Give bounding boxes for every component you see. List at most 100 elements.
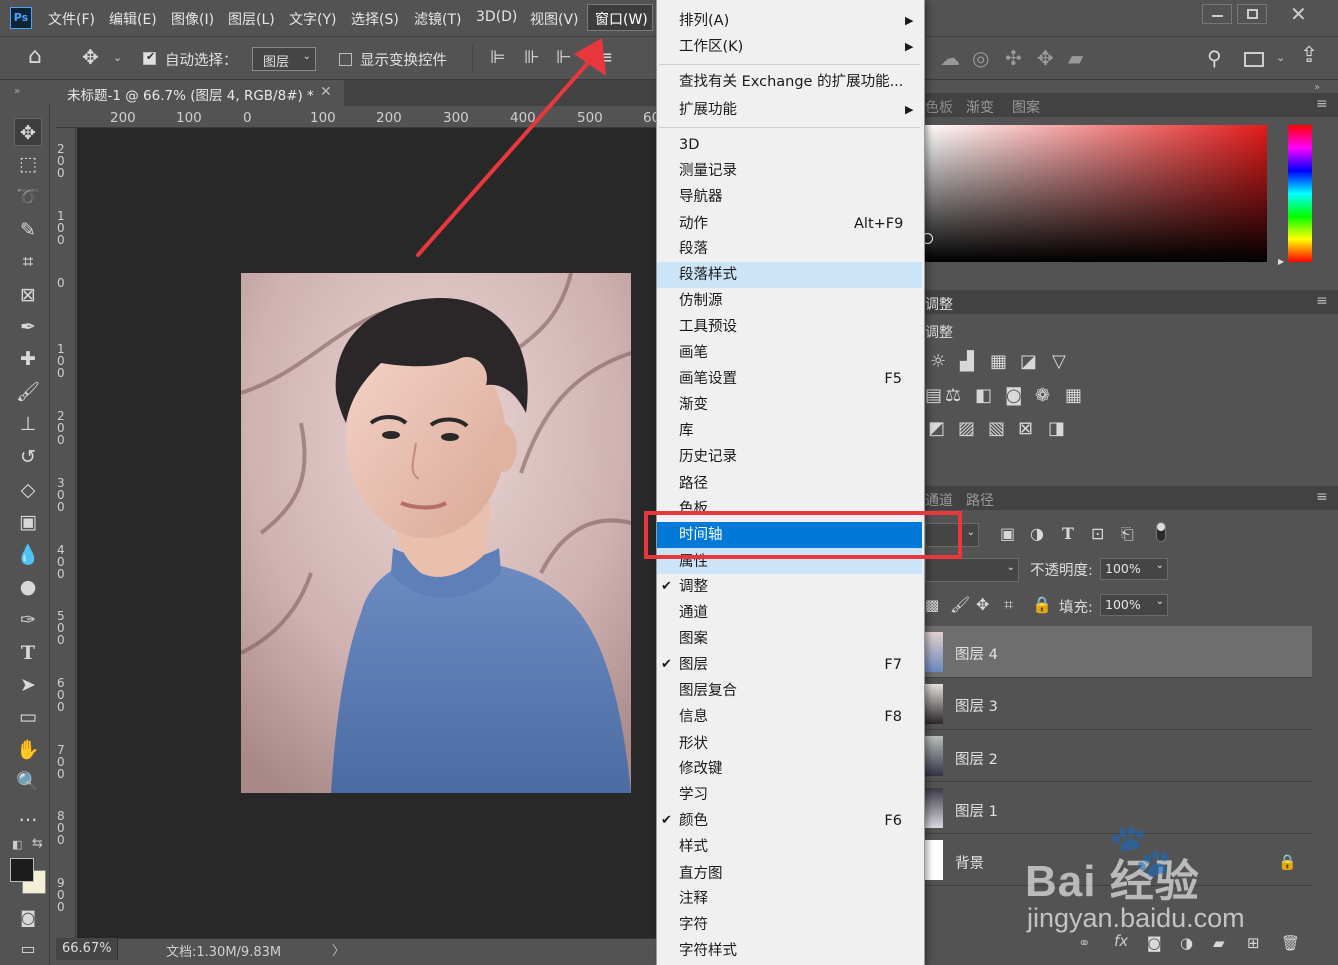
healing-brush-icon[interactable]: ✚ xyxy=(14,345,42,373)
levels-icon[interactable]: ▟ xyxy=(960,352,974,372)
tab-channels[interactable]: 通道 xyxy=(925,490,953,510)
fx-icon[interactable]: fx xyxy=(1114,932,1128,950)
zoom-tool-icon[interactable]: 🔍 xyxy=(14,768,42,796)
filter-adjustment-icon[interactable]: ◑ xyxy=(1030,524,1044,544)
menu-file[interactable]: 文件(F) xyxy=(48,9,95,29)
slide-3d-icon[interactable]: ✥ xyxy=(1037,48,1054,68)
search-icon[interactable]: ⚲ xyxy=(1207,48,1222,68)
menu-filter[interactable]: 滤镜(T) xyxy=(414,9,461,29)
menu-item-tool-presets[interactable]: 工具预设 xyxy=(657,314,922,340)
tab-patterns[interactable]: 图案 xyxy=(1012,97,1040,117)
lock-position-icon[interactable]: ✥ xyxy=(976,595,989,615)
color-lookup-icon[interactable]: ▦ xyxy=(1065,386,1082,406)
workspace-icon[interactable] xyxy=(1244,52,1264,67)
photo-filter-icon[interactable]: ◙ xyxy=(1005,386,1022,406)
menu-item-find-exchange[interactable]: 查找有关 Exchange 的扩展功能... xyxy=(657,69,922,95)
menu-item-history[interactable]: 历史记录 xyxy=(657,444,922,470)
close-icon[interactable]: ✕ xyxy=(320,84,332,100)
menu-item-libraries[interactable]: 库 xyxy=(657,418,922,444)
adjustment-layer-icon[interactable]: ◑ xyxy=(1180,933,1193,953)
menu-item-styles[interactable]: 样式 xyxy=(657,834,922,860)
quick-select-icon[interactable]: ✎ xyxy=(14,216,42,244)
link-layers-icon[interactable]: ⚭ xyxy=(1078,933,1091,953)
zoom-level-field[interactable]: 66.67% xyxy=(56,938,118,960)
tab-adjustments[interactable]: 调整 xyxy=(925,294,953,314)
gradient-tool-icon[interactable]: ▣ xyxy=(14,508,42,536)
eraser-tool-icon[interactable]: ◇ xyxy=(14,476,42,504)
menu-item-patterns[interactable]: 图案 xyxy=(657,626,922,652)
menu-item-layer-comps[interactable]: 图层复合 xyxy=(657,678,922,704)
menu-item-workspace[interactable]: 工作区(K) ▶ xyxy=(657,34,922,60)
menu-item-brushes[interactable]: 画笔 xyxy=(657,340,922,366)
panel-menu-icon[interactable]: ≡ xyxy=(1316,293,1328,309)
menu-item-measurement-log[interactable]: 测量记录 xyxy=(657,158,922,184)
minimize-icon[interactable] xyxy=(1202,4,1232,24)
tab-gradients[interactable]: 渐变 xyxy=(966,97,994,117)
quick-mask-icon[interactable]: ◙ xyxy=(14,904,42,932)
menu-item-histogram[interactable]: 直方图 xyxy=(657,861,922,887)
screen-mode-icon[interactable]: ▭ xyxy=(14,935,42,963)
posterize-icon[interactable]: ▨ xyxy=(958,419,975,439)
menu-item-paragraph-styles[interactable]: 段落样式 xyxy=(657,262,922,288)
frame-tool-icon[interactable]: ⊠ xyxy=(14,281,42,309)
move-tool-icon[interactable]: ✥ xyxy=(14,118,42,146)
exposure-icon[interactable]: ◪ xyxy=(1020,352,1037,372)
opacity-field[interactable]: 100% ⌄ xyxy=(1100,558,1168,580)
menu-layer[interactable]: 图层(L) xyxy=(228,9,275,29)
path-select-icon[interactable]: ➤ xyxy=(14,671,42,699)
crop-tool-icon[interactable]: ⌗ xyxy=(14,248,42,276)
channel-mixer-icon[interactable]: ❁ xyxy=(1035,386,1050,406)
auto-select-target-dropdown[interactable]: 图层 ⌄ xyxy=(252,47,316,71)
swap-colors-icon[interactable]: ⇆ xyxy=(32,836,43,851)
more-tools-icon[interactable]: … xyxy=(14,801,42,829)
curves-icon[interactable]: ▦ xyxy=(990,352,1007,372)
fill-field[interactable]: 100% ⌄ xyxy=(1100,594,1168,616)
document-tab[interactable]: 未标题-1 @ 66.7% (图层 4, RGB/8#) * xyxy=(56,80,344,106)
drag-3d-icon[interactable]: ✣ xyxy=(1005,48,1022,68)
layer-name[interactable]: 图层 3 xyxy=(955,695,998,716)
marquee-tool-icon[interactable]: ⬚ xyxy=(14,150,42,178)
menu-item-3d[interactable]: 3D xyxy=(657,132,922,158)
toolbar-collapse-icon[interactable]: » xyxy=(14,86,20,97)
layer-name[interactable]: 图层 1 xyxy=(955,800,998,821)
pen-tool-icon[interactable]: ✑ xyxy=(14,606,42,634)
menu-edit[interactable]: 编辑(E) xyxy=(109,9,157,29)
filter-shape-icon[interactable]: ⊡ xyxy=(1091,524,1104,544)
restore-icon[interactable] xyxy=(1237,4,1267,24)
filter-toggle[interactable] xyxy=(1156,522,1166,542)
menu-item-paths[interactable]: 路径 xyxy=(657,471,922,497)
layer-name[interactable]: 背景 xyxy=(955,852,984,873)
color-balance-icon[interactable]: ⚖ xyxy=(945,386,961,406)
auto-select-checkbox[interactable]: ✔ xyxy=(143,50,156,65)
menu-item-learn[interactable]: 学习 xyxy=(657,782,922,808)
brightness-icon[interactable]: ☼ xyxy=(930,352,946,372)
tab-swatches[interactable]: 色板 xyxy=(925,97,953,117)
show-transform-checkbox[interactable] xyxy=(339,53,352,66)
blend-mode-dropdown[interactable]: ⌄ xyxy=(925,558,1019,582)
menu-item-clone-source[interactable]: 仿制源 xyxy=(657,288,922,314)
gradient-map-icon[interactable]: ⊠ xyxy=(1018,419,1033,439)
filter-smart-object-icon[interactable]: ⎗ xyxy=(1121,524,1134,544)
eyedropper-icon[interactable]: ✒ xyxy=(14,313,42,341)
blur-tool-icon[interactable]: 💧 xyxy=(14,541,42,569)
foreground-color-swatch[interactable] xyxy=(10,858,34,882)
hue-saturation-icon[interactable]: ▤ xyxy=(925,386,942,406)
menu-item-brush-settings[interactable]: 画笔设置 F5 xyxy=(657,366,922,392)
layer-name[interactable]: 图层 2 xyxy=(955,748,998,769)
menu-item-character[interactable]: 字符 xyxy=(657,912,922,938)
type-tool-icon[interactable]: T xyxy=(14,639,42,667)
lock-artboard-icon[interactable]: ⌗ xyxy=(1004,595,1013,615)
lock-all-icon[interactable]: 🔒 xyxy=(1032,595,1052,615)
menu-type[interactable]: 文字(Y) xyxy=(289,9,336,29)
move-tool-icon[interactable]: ✥ xyxy=(82,47,99,67)
filter-pixel-icon[interactable]: ▣ xyxy=(1000,524,1015,544)
status-expand-icon[interactable]: 〉 xyxy=(332,940,345,959)
menu-item-swatches[interactable]: 色板 xyxy=(657,496,922,512)
tab-paths[interactable]: 路径 xyxy=(966,490,994,510)
brush-tool-icon[interactable]: 🖌 xyxy=(14,378,42,406)
roll-3d-icon[interactable]: ◎ xyxy=(972,48,989,68)
menu-item-layers[interactable]: ✔ 图层 F7 xyxy=(657,652,922,678)
threshold-icon[interactable]: ▧ xyxy=(988,419,1005,439)
trash-icon[interactable]: 🗑 xyxy=(1281,933,1300,953)
orbit-3d-icon[interactable]: ☁ xyxy=(940,48,960,68)
